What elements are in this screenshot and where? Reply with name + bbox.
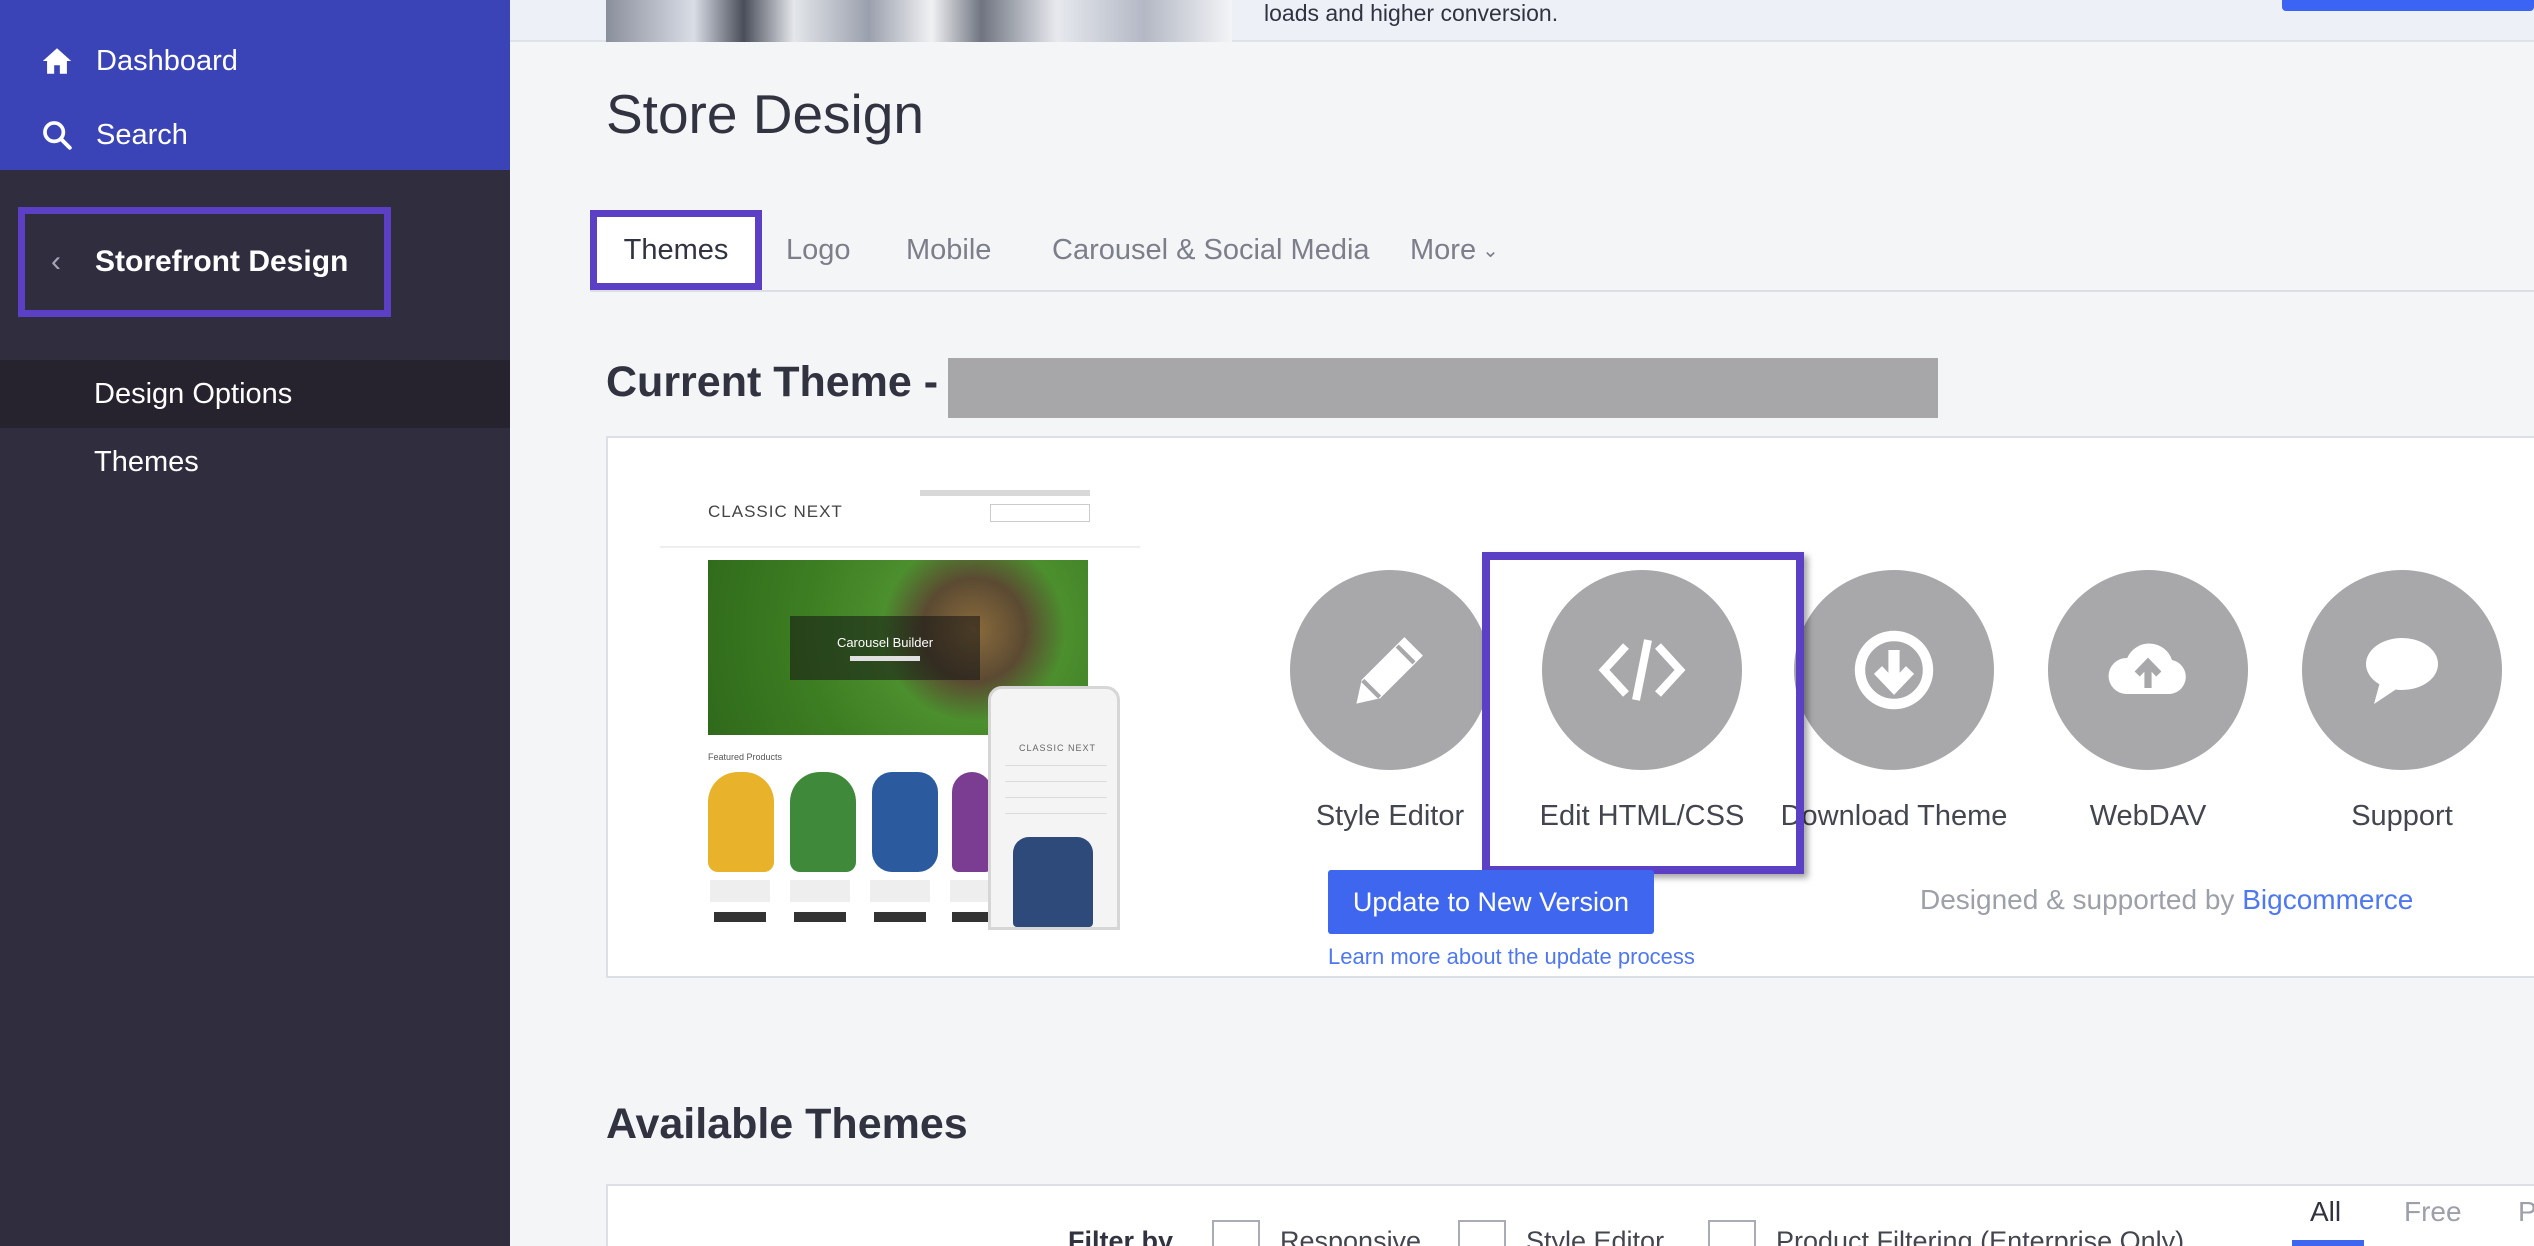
promo-text: loads and higher conversion. [1264,0,1559,26]
download-theme-button[interactable] [1794,570,1994,770]
designed-by-text: Designed & supported by Bigcommerce [1920,884,2413,916]
filter-responsive-label: Responsive [1280,1226,1422,1246]
preview-topbar [920,490,1090,496]
tab-themes[interactable]: Themes [590,210,762,290]
style-editor-button[interactable] [1290,570,1490,770]
theme-preview: CLASSIC NEXT Carousel Builder Featured P… [660,480,1140,930]
filter-by-label: Filter by [1068,1226,1174,1246]
sidebar-item-label: Design Options [94,377,293,410]
home-icon [38,42,76,80]
preview-product-label [710,880,770,902]
chevron-down-icon: ⌄ [1482,239,1499,262]
theme-tab-all[interactable]: All [2310,1196,2341,1228]
preview-logo: CLASSIC NEXT [708,502,843,521]
sidebar-item-label: Themes [94,445,199,478]
tab-logo[interactable]: Logo [786,210,851,290]
tab-bar: Themes Logo Mobile Carousel & Social Med… [590,210,2534,292]
webdav-label: WebDAV [2089,800,2207,832]
download-icon [1794,570,1994,770]
preview-phone-line [1005,797,1107,798]
preview-phone-logo: CLASSIC NEXT [1019,743,1097,753]
tab-more[interactable]: More ⌄ [1410,210,1499,290]
preview-phone-line [1005,781,1107,782]
tab-mobile[interactable]: Mobile [906,210,991,290]
preview-product-label [870,880,930,902]
preview-phone-line [1005,765,1107,766]
nav-dashboard[interactable]: Dashboard [38,36,238,86]
support-button[interactable] [2302,570,2502,770]
cloud-upload-icon [2048,570,2248,770]
preview-phone-line [1005,813,1107,814]
theme-tab-active-underline [2292,1240,2364,1246]
preview-product-label [790,880,850,902]
tab-label: Carousel & Social Media [1052,233,1370,266]
page-title: Store Design [606,83,924,145]
preview-product-button [794,912,846,922]
learn-more-link[interactable]: Learn more about the update process [1328,944,1695,970]
tab-label: Themes [623,233,729,266]
search-icon [38,116,76,154]
sidebar-item-themes[interactable]: Themes [0,428,510,496]
nav-search[interactable]: Search [38,110,188,160]
preview-phone-product [1013,837,1093,927]
tab-label: Logo [786,233,851,266]
theme-tab-free[interactable]: Free [2404,1196,2462,1228]
preview-featured-label: Featured Products [708,752,783,762]
tab-label: Mobile [906,233,992,266]
preview-phone: CLASSIC NEXT [988,686,1120,930]
available-themes-heading: Available Themes [606,1100,968,1148]
chevron-left-icon: ‹ [51,245,61,278]
preview-product [952,772,992,872]
promo-button[interactable] [2282,0,2534,11]
preview-divider [660,546,1140,548]
filter-product-filtering-checkbox[interactable] [1708,1220,1756,1246]
preview-hero-caption: Carousel Builder [790,616,980,680]
preview-search [990,504,1090,522]
redacted-theme-name [948,358,1938,418]
nav-dashboard-label: Dashboard [96,44,238,77]
storefront-design-back[interactable]: ‹ Storefront Design [18,207,391,317]
preview-product [872,772,938,872]
preview-product-button [714,912,766,922]
support-label: Support [2351,800,2453,832]
edit-html-css-highlight [1482,552,1804,874]
sidebar: Dashboard Search ‹ Storefront Design Des… [0,0,510,1246]
preview-product-button [874,912,926,922]
filter-product-filtering-label: Product Filtering (Enterprise Only) [1776,1226,2185,1246]
pencil-icon [1290,570,1490,770]
designed-by-prefix: Designed & supported by [1920,884,2235,915]
speech-bubble-icon [2302,570,2502,770]
sidebar-section-title: Storefront Design [95,245,349,278]
current-theme-heading: Current Theme - [606,358,939,406]
webdav-button[interactable] [2048,570,2248,770]
promo-image [606,0,1232,42]
preview-product-label [950,880,990,902]
nav-search-label: Search [96,118,188,151]
filter-style-editor-checkbox[interactable] [1458,1220,1506,1246]
preview-product [790,772,856,872]
preview-hero-button [850,656,920,661]
filter-style-editor-label: Style Editor [1526,1226,1665,1246]
preview-product-button [952,912,988,922]
tab-label: More [1410,233,1477,266]
tab-carousel-social[interactable]: Carousel & Social Media [1052,210,1370,290]
preview-product [708,772,774,872]
filter-responsive-checkbox[interactable] [1212,1220,1260,1246]
preview-hero-title: Carousel Builder [836,635,934,650]
sidebar-item-design-options[interactable]: Design Options [0,360,510,428]
bigcommerce-link[interactable]: Bigcommerce [2242,884,2413,915]
update-to-new-version-button[interactable]: Update to New Version [1328,870,1654,934]
theme-tab-paid[interactable]: P [2518,1196,2534,1228]
